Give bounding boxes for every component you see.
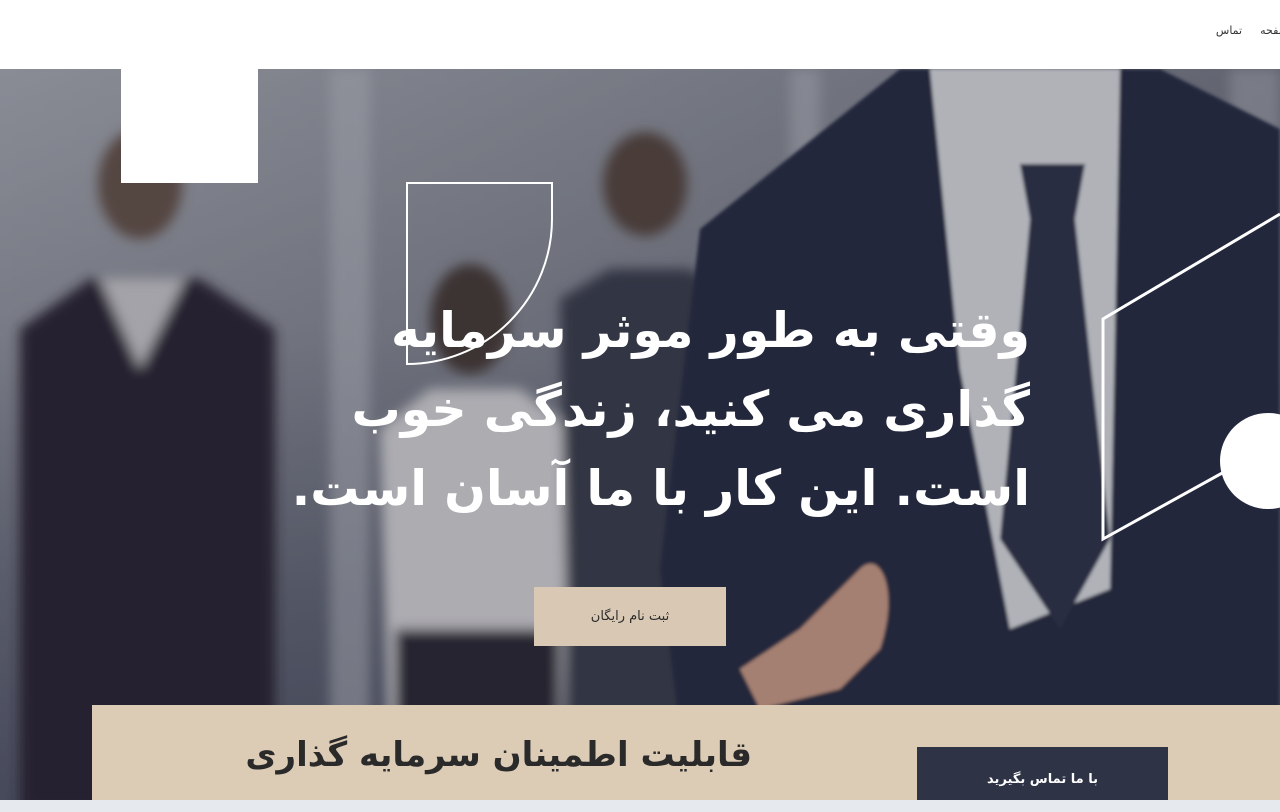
top-navbar: صفحه تماس — [0, 0, 1280, 69]
nav-item-contact[interactable]: تماس — [1216, 24, 1242, 37]
hero-section: وقتی به طور موثر سرمایه گذاری می کنید، ز… — [0, 69, 1280, 812]
bottom-strip — [0, 800, 1280, 812]
free-signup-button[interactable]: ثبت نام رایگان — [534, 587, 726, 646]
info-band: قابلیت اطمینان سرمایه گذاری با ما تماس ب… — [92, 705, 1280, 812]
band-title: قابلیت اطمینان سرمایه گذاری — [245, 735, 752, 775]
nav-item-page[interactable]: صفحه — [1260, 24, 1280, 37]
hero-headline: وقتی به طور موثر سرمایه گذاری می کنید، ز… — [291, 302, 1030, 517]
main-nav: صفحه تماس — [1216, 24, 1280, 37]
